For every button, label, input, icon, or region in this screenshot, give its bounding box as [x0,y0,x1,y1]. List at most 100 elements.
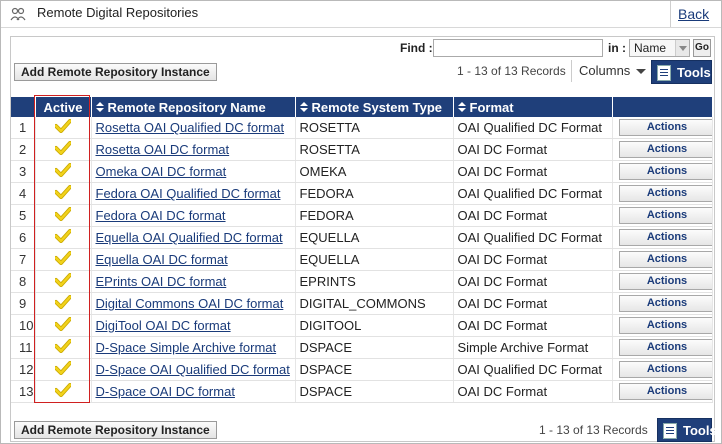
actions-cell: Actions [612,270,713,293]
actions-button[interactable]: Actions [618,317,711,334]
tools-button-bottom[interactable]: Tools [657,418,717,442]
active-cell [35,314,92,337]
actions-button[interactable]: Actions [618,185,711,202]
actions-button[interactable]: Actions [618,207,711,224]
tools-label: Tools [683,423,717,438]
format-cell: OAI DC Format [453,248,613,271]
row-number: 3 [11,160,36,183]
check-icon [54,361,72,375]
find-input[interactable] [433,39,603,57]
title-bar: Remote Digital Repositories Back [1,1,721,28]
check-icon [54,273,72,287]
repository-name-link[interactable]: D-Space Simple Archive format [96,340,277,355]
active-cell [35,117,92,139]
table-row: 6 Equella OAI Qualified DC format EQUELLA O… [11,226,713,249]
records-count-top: 1 - 13 of 13 Records [457,64,566,78]
header-type[interactable]: Remote System Type [295,97,454,117]
repository-name-link[interactable]: Fedora OAI DC format [96,208,226,223]
name-cell: D-Space OAI Qualified DC format [91,358,296,381]
active-cell [35,380,92,403]
actions-button[interactable]: Actions [618,339,711,356]
name-cell: Equella OAI Qualified DC format [91,226,296,249]
name-cell: Rosetta OAI Qualified DC format [91,117,296,139]
row-number: 12 [11,358,36,381]
row-number: 6 [11,226,36,249]
check-icon [54,207,72,221]
header-active[interactable]: Active [35,97,92,117]
columns-button[interactable]: Columns [571,60,649,82]
repository-name-link[interactable]: Omeka OAI DC format [96,164,227,179]
actions-button[interactable]: Actions [618,361,711,378]
active-cell [35,358,92,381]
row-number: 4 [11,182,36,205]
table-body: 1 Rosetta OAI Qualified DC format ROSETTA O… [11,117,713,403]
name-cell: Fedora OAI DC format [91,204,296,227]
tools-button-top[interactable]: Tools [651,60,712,84]
chevron-down-icon [675,40,689,56]
format-cell: OAI Qualified DC Format [453,358,613,381]
header-name[interactable]: Remote Repository Name [91,97,296,117]
add-remote-repository-button-bottom[interactable]: Add Remote Repository Instance [14,421,217,439]
actions-cell: Actions [612,138,713,161]
sort-icon [457,101,467,113]
search-field-value: Name [634,41,667,55]
table-header-row: Active Remote Repository Name Remote Sys… [11,97,713,117]
name-cell: D-Space OAI DC format [91,380,296,403]
active-cell [35,336,92,359]
repository-name-link[interactable]: Rosetta OAI Qualified DC format [96,120,285,135]
actions-button[interactable]: Actions [618,229,711,246]
repository-name-link[interactable]: D-Space OAI Qualified DC format [96,362,290,377]
table-row: 7 Equella OAI DC format EQUELLA OAI DC Form… [11,248,713,271]
table-row: 4 Fedora OAI Qualified DC format FEDORA OAI… [11,182,713,205]
system-type-cell: EQUELLA [295,226,454,249]
records-count-bottom: 1 - 13 of 13 Records [539,423,648,437]
repository-name-link[interactable]: Digital Commons OAI DC format [96,296,284,311]
name-cell: Omeka OAI DC format [91,160,296,183]
header-format[interactable]: Format [453,97,613,117]
system-type-cell: FEDORA [295,204,454,227]
actions-cell: Actions [612,292,713,315]
go-button[interactable]: Go [693,39,711,57]
actions-cell: Actions [612,117,713,139]
repository-name-link[interactable]: Equella OAI Qualified DC format [96,230,283,245]
system-type-cell: DSPACE [295,358,454,381]
repository-name-link[interactable]: Rosetta OAI DC format [96,142,230,157]
actions-cell: Actions [612,336,713,359]
window-frame: Remote Digital Repositories Back Find : … [0,0,722,444]
row-number: 7 [11,248,36,271]
actions-button[interactable]: Actions [618,141,711,158]
actions-button[interactable]: Actions [618,251,711,268]
repository-name-link[interactable]: Equella OAI DC format [96,252,228,267]
actions-cell: Actions [612,358,713,381]
actions-button[interactable]: Actions [618,295,711,312]
row-number: 11 [11,336,36,359]
add-remote-repository-button-top[interactable]: Add Remote Repository Instance [14,63,217,81]
format-cell: OAI DC Format [453,204,613,227]
actions-button[interactable]: Actions [618,163,711,180]
check-icon [54,141,72,155]
table-row: 11 D-Space Simple Archive format DSPACE Sim… [11,336,713,359]
format-cell: OAI DC Format [453,314,613,337]
active-cell [35,160,92,183]
format-cell: Simple Archive Format [453,336,613,359]
format-cell: OAI DC Format [453,160,613,183]
repository-name-link[interactable]: DigiTool OAI DC format [96,318,231,333]
active-cell [35,248,92,271]
header-type-label: Remote System Type [311,99,443,115]
back-link[interactable]: Back [678,6,709,22]
table-row: 12 D-Space OAI Qualified DC format DSPACE O… [11,358,713,381]
actions-button[interactable]: Actions [618,273,711,290]
check-icon [54,317,72,331]
active-cell [35,182,92,205]
check-icon [54,229,72,243]
repository-name-link[interactable]: EPrints OAI DC format [96,274,227,289]
system-type-cell: DIGITOOL [295,314,454,337]
actions-button[interactable]: Actions [618,119,711,136]
format-cell: OAI Qualified DC Format [453,226,613,249]
search-field-select[interactable]: Name [629,39,690,57]
actions-button[interactable]: Actions [618,383,711,400]
repository-name-link[interactable]: D-Space OAI DC format [96,384,235,399]
table-row: 2 Rosetta OAI DC format ROSETTA OAI DC Form… [11,138,713,161]
repository-name-link[interactable]: Fedora OAI Qualified DC format [96,186,281,201]
format-cell: OAI DC Format [453,380,613,403]
